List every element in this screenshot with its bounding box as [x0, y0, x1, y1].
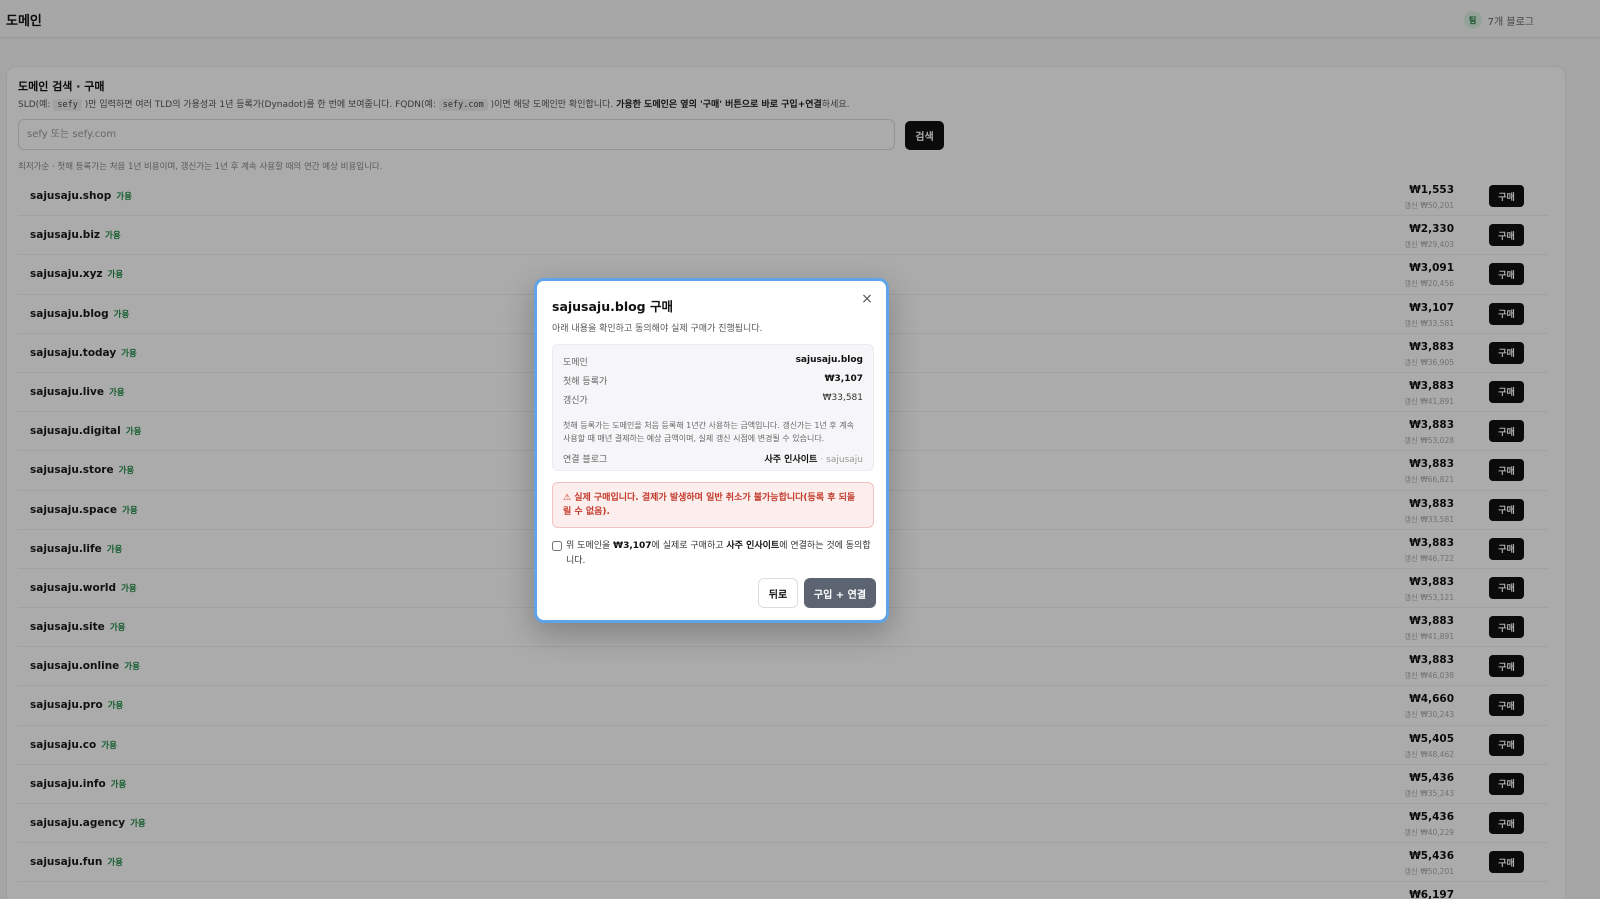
renewal-value: ₩33,581	[822, 393, 863, 403]
purchase-warning: ⚠ 실제 구매입니다. 결제가 발생하며 일반 취소가 불가능합니다(등록 후 …	[552, 482, 874, 528]
domain-value: sajusaju.blog	[795, 355, 863, 365]
agree-checkbox-label[interactable]: 위 도메인을 ₩3,107에 실제로 구매하고 사주 인사이트에 연결하는 것에…	[552, 539, 874, 569]
purchase-connect-button[interactable]: 구입 + 연결	[804, 578, 876, 608]
purchase-modal: sajusaju.blog 구매 × 아래 내용을 확인하고 동의해야 실제 구…	[534, 278, 889, 623]
back-button[interactable]: 뒤로	[758, 578, 798, 608]
linked-blog: 사주 인사이트 · sajusaju	[764, 452, 863, 465]
first-year-value: ₩3,107	[824, 374, 863, 384]
blog-label: 연결 블로그	[563, 455, 608, 465]
first-year-label: 첫해 등록가	[563, 377, 608, 387]
agree-price: ₩3,107	[613, 541, 652, 551]
modal-subtitle: 아래 내용을 확인하고 동의해야 실제 구매가 진행됩니다.	[552, 324, 763, 334]
agree-blog: 사주 인사이트	[726, 541, 780, 551]
linked-blog-separator: ·	[820, 455, 824, 465]
price-info-note: 첫해 등록가는 도메인을 처음 등록해 1년간 사용하는 금액입니다. 갱신가는…	[563, 421, 854, 443]
linked-blog-name: 사주 인사이트	[764, 455, 818, 465]
renewal-label: 갱신가	[563, 396, 588, 406]
linked-blog-slug: sajusaju	[826, 455, 863, 465]
domain-label: 도메인	[563, 358, 588, 368]
agree-mid: 에 실제로 구매하고	[651, 541, 724, 551]
agree-text: 위 도메인을 ₩3,107에 실제로 구매하고 사주 인사이트에 연결하는 것에…	[552, 539, 874, 569]
agree-checkbox[interactable]	[552, 541, 562, 551]
close-icon[interactable]: ×	[858, 290, 876, 308]
modal-title: sajusaju.blog 구매	[552, 299, 673, 314]
purchase-info-box: 도메인 sajusaju.blog 첫해 등록가 ₩3,107 갱신가 ₩33,…	[552, 344, 874, 471]
agree-prefix: 위 도메인을	[566, 541, 611, 551]
